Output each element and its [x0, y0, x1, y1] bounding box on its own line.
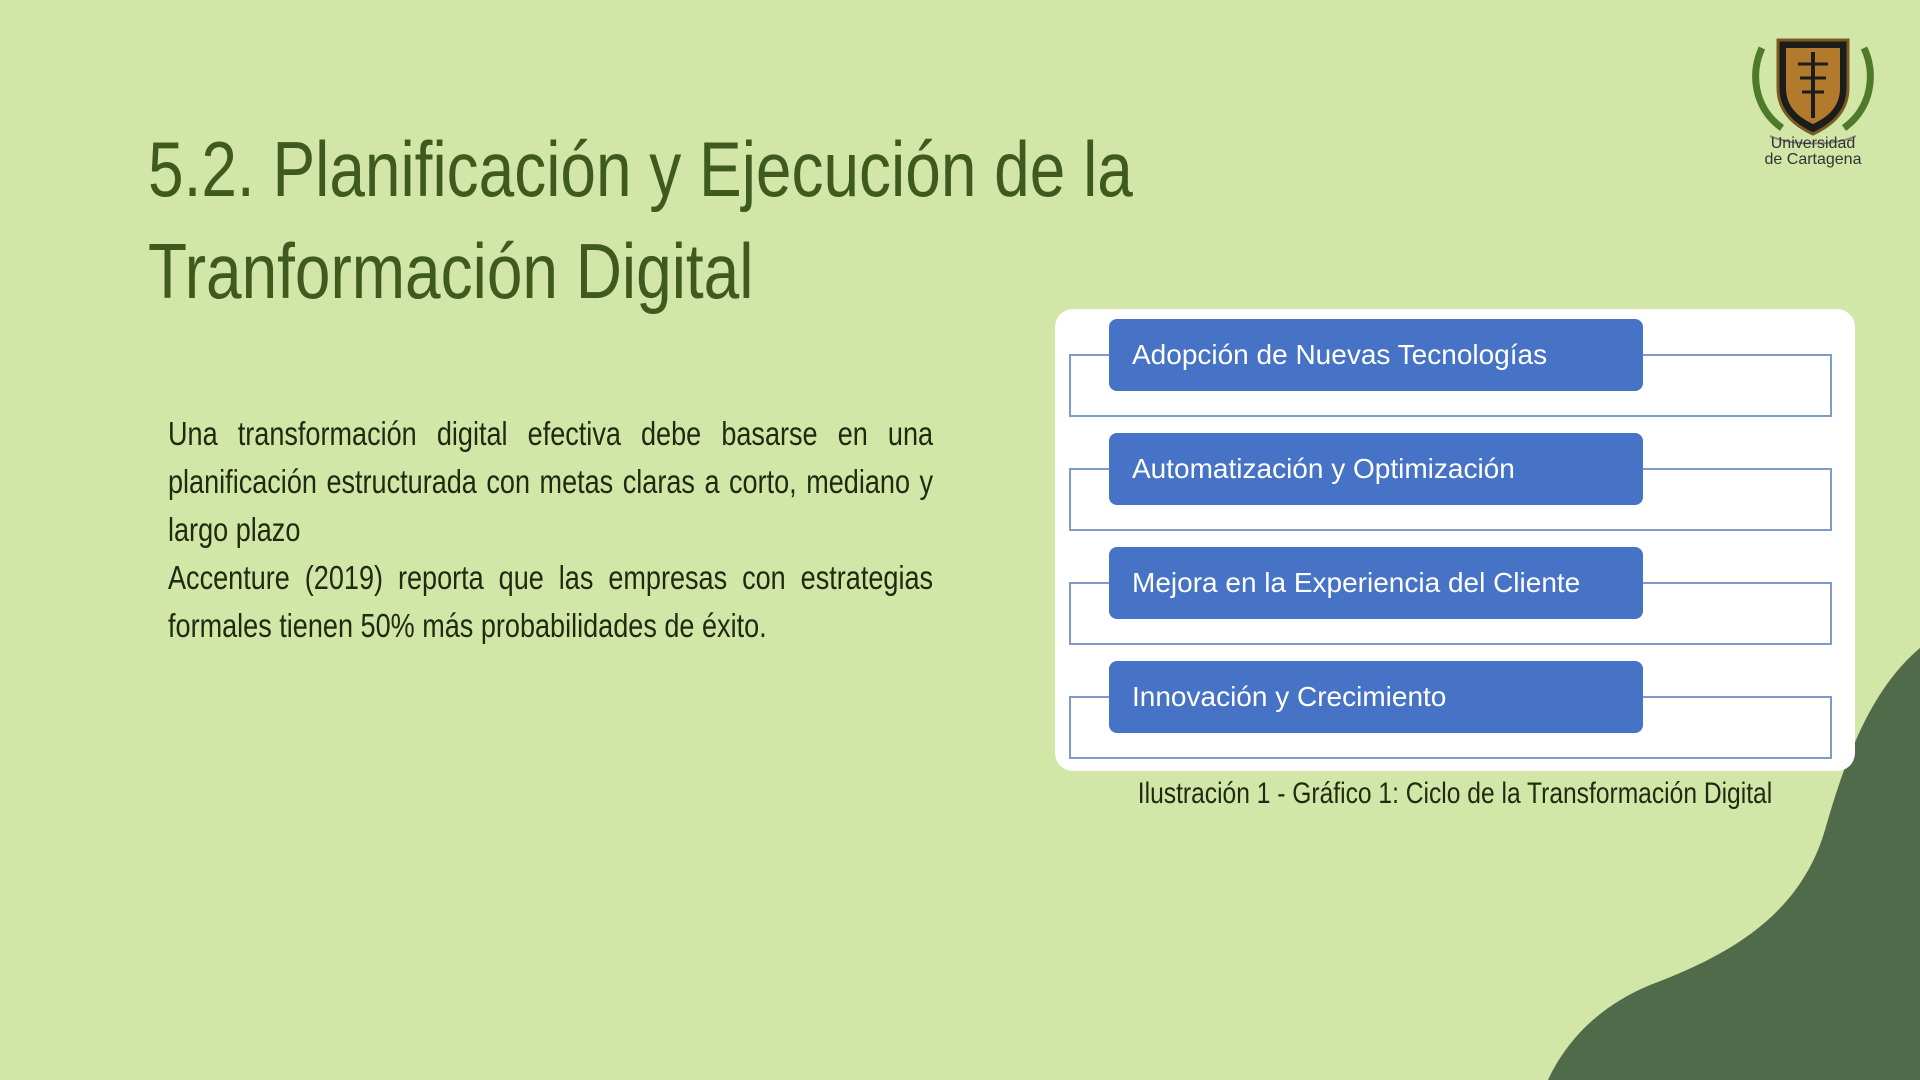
slide-title-line2: Tranformación Digital	[148, 227, 754, 315]
slide-title: 5.2. Planificación y Ejecución de la Tra…	[148, 118, 1133, 322]
body-paragraph-2: Accenture (2019) reporta que las empresa…	[168, 559, 934, 644]
body-paragraph-1: Una transformación digital efectiva debe…	[168, 415, 934, 548]
university-name-line2: de Cartagena	[1764, 151, 1862, 168]
transformation-cycle-figure: Adopción de Nuevas Tecnologías Automatiz…	[1055, 309, 1855, 771]
slide-title-line1: 5.2. Planificación y Ejecución de la	[148, 125, 1133, 213]
step-box-4: Innovación y Crecimiento	[1109, 661, 1643, 733]
university-name: Universidad de Cartagena	[1742, 136, 1884, 168]
body-text: Una transformación digital efectiva debe…	[168, 410, 933, 650]
step-box-2: Automatización y Optimización	[1109, 433, 1643, 505]
step-box-1: Adopción de Nuevas Tecnologías	[1109, 319, 1643, 391]
step-box-3: Mejora en la Experiencia del Cliente	[1109, 547, 1643, 619]
university-name-line1: Universidad	[1770, 135, 1856, 152]
figure-caption: Ilustración 1 - Gráfico 1: Ciclo de la T…	[1137, 777, 1773, 810]
